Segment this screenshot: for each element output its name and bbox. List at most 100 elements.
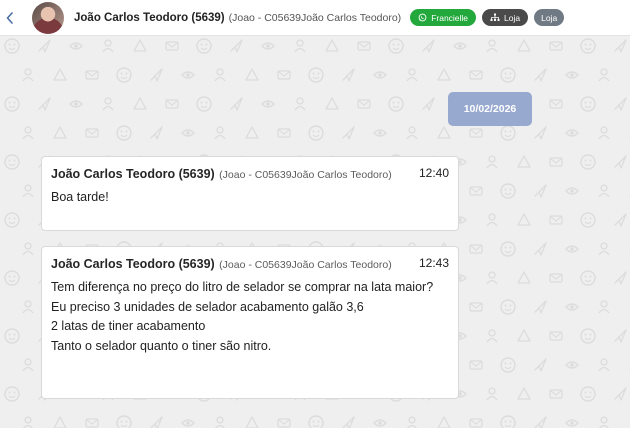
pattern-doodle xyxy=(486,155,498,169)
pattern-doodle xyxy=(469,128,483,138)
pattern-doodle xyxy=(469,418,483,428)
pattern-doodle xyxy=(500,357,516,373)
pattern-doodle xyxy=(214,68,226,82)
pattern-doodle xyxy=(614,155,627,169)
message-sender: João Carlos Teodoro (5639) xyxy=(51,167,215,181)
pattern-doodle xyxy=(261,42,275,50)
pattern-doodle xyxy=(565,129,579,137)
pattern-doodle xyxy=(549,41,563,51)
pattern-doodle xyxy=(357,41,371,51)
pattern-doodle xyxy=(565,245,579,253)
pattern-doodle xyxy=(437,68,451,81)
pattern-doodle xyxy=(580,96,596,112)
back-button[interactable] xyxy=(0,0,20,36)
pattern-doodle xyxy=(598,68,610,82)
pattern-doodle xyxy=(469,244,483,254)
pattern-doodle xyxy=(580,212,596,228)
pattern-doodle xyxy=(486,271,498,285)
pattern-doodle xyxy=(614,329,627,343)
pattern-doodle xyxy=(614,97,627,111)
pattern-doodle xyxy=(598,242,610,256)
pattern-doodle xyxy=(614,271,627,285)
pattern-doodle xyxy=(517,155,531,168)
pattern-doodle xyxy=(517,213,531,226)
pattern-doodle xyxy=(308,415,324,428)
pattern-doodle xyxy=(22,184,34,198)
pattern-doodle xyxy=(261,100,275,108)
pattern-doodle xyxy=(342,126,355,140)
pattern-doodle xyxy=(500,67,516,83)
pattern-doodle xyxy=(517,39,531,52)
pattern-doodle xyxy=(534,242,547,256)
pattern-doodle xyxy=(500,415,516,428)
pattern-doodle xyxy=(517,271,531,284)
message-line: Boa tarde! xyxy=(51,190,109,204)
avatar[interactable] xyxy=(32,1,64,34)
pattern-doodle xyxy=(534,68,547,82)
pattern-doodle xyxy=(133,39,147,52)
message-bubble[interactable]: João Carlos Teodoro (5639) (Joao - C0563… xyxy=(41,156,459,231)
pattern-doodle xyxy=(196,96,212,112)
pattern-doodle xyxy=(116,67,132,83)
pattern-doodle xyxy=(580,386,596,402)
chat-area[interactable]: 10/02/2026 João Carlos Teodoro (5639) (J… xyxy=(0,36,630,428)
pattern-doodle xyxy=(406,126,418,140)
message-line: Tanto o selador quanto o tiner são nitro… xyxy=(51,338,272,353)
pattern-doodle xyxy=(102,39,114,53)
pattern-doodle xyxy=(565,187,579,195)
pattern-doodle xyxy=(534,300,547,314)
message-line: Eu preciso 3 unidades de selador acabame… xyxy=(51,299,364,314)
pattern-doodle xyxy=(4,212,20,228)
pattern-doodle xyxy=(294,97,306,111)
pattern-doodle xyxy=(53,68,67,81)
pattern-doodle xyxy=(150,68,163,82)
pattern-doodle xyxy=(4,328,20,344)
date-separator: 10/02/2026 xyxy=(448,92,532,126)
pattern-doodle xyxy=(4,386,20,402)
pattern-doodle xyxy=(565,303,579,311)
pattern-doodle xyxy=(373,129,387,137)
pattern-doodle xyxy=(598,300,610,314)
message-sender-detail: (Joao - C05639João Carlos Teodoro) xyxy=(219,169,392,181)
pattern-doodle xyxy=(534,126,547,140)
pattern-doodle xyxy=(196,38,212,54)
pattern-doodle xyxy=(245,68,259,81)
pattern-doodle xyxy=(277,418,291,428)
whatsapp-agent-badge[interactable]: Francielle xyxy=(410,9,477,26)
pattern-doodle xyxy=(22,416,34,428)
pattern-doodle xyxy=(165,99,179,109)
store-tag-badge[interactable]: Loja xyxy=(534,9,565,26)
pattern-doodle xyxy=(486,387,498,401)
pattern-doodle xyxy=(150,126,163,140)
pattern-doodle xyxy=(22,242,34,256)
pattern-doodle xyxy=(517,329,531,342)
pattern-doodle xyxy=(580,38,596,54)
pattern-doodle xyxy=(486,213,498,227)
pattern-doodle xyxy=(388,38,404,54)
pattern-doodle xyxy=(165,41,179,51)
pattern-doodle xyxy=(500,241,516,257)
pattern-doodle xyxy=(181,129,195,137)
message-line: 2 latas de tiner acabamento xyxy=(51,319,206,333)
pattern-doodle xyxy=(598,184,610,198)
pattern-doodle xyxy=(69,100,83,108)
message-bubble[interactable]: João Carlos Teodoro (5639) (Joao - C0563… xyxy=(41,246,459,399)
pattern-doodle xyxy=(181,419,195,427)
pattern-doodle xyxy=(500,299,516,315)
pattern-doodle xyxy=(453,42,467,50)
pattern-doodle xyxy=(4,38,20,54)
pattern-doodle xyxy=(437,126,451,139)
pattern-doodle xyxy=(325,97,339,110)
pattern-doodle xyxy=(422,97,435,111)
pattern-doodle xyxy=(245,126,259,139)
pattern-doodle xyxy=(406,416,418,428)
sitemap-icon xyxy=(490,13,500,21)
pattern-doodle xyxy=(549,331,563,341)
chat-header: João Carlos Teodoro (5639) (Joao - C0563… xyxy=(0,0,630,36)
pattern-doodle xyxy=(102,97,114,111)
message-time: 12:40 xyxy=(418,166,449,180)
pattern-doodle xyxy=(534,416,547,428)
pattern-doodle xyxy=(500,125,516,141)
store-badge[interactable]: Loja xyxy=(482,9,529,26)
pattern-doodle xyxy=(565,71,579,79)
